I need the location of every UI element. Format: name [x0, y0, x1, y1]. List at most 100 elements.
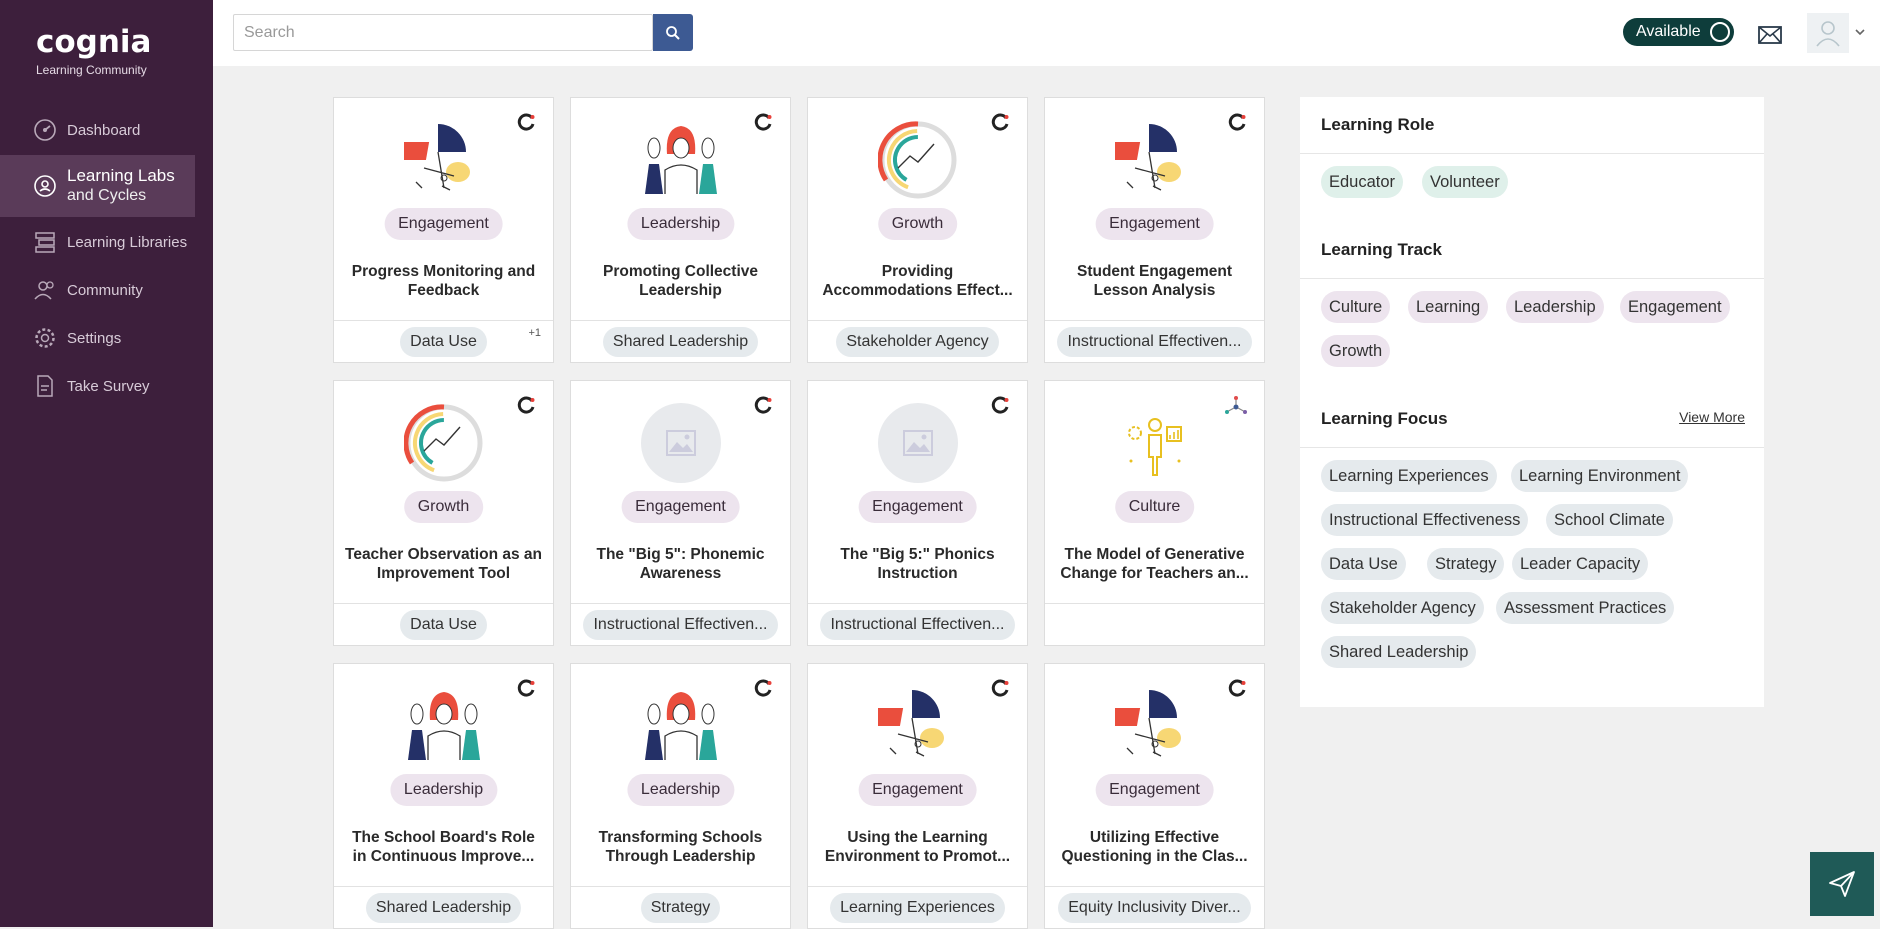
avatar[interactable] [1807, 13, 1849, 53]
focus-chip[interactable]: Instructional Effectiveness [1321, 504, 1529, 536]
nav-settings[interactable]: Settings [0, 314, 195, 362]
role-chip-educator[interactable]: Educator [1321, 166, 1404, 198]
card-title[interactable]: The School Board's Role in Continuous Im… [344, 828, 543, 866]
network-icon [1224, 395, 1248, 424]
nav-community[interactable]: Community [0, 266, 195, 314]
nav-learning-libraries[interactable]: Learning Libraries [0, 218, 195, 266]
focus-chip[interactable]: Learning Environment [1511, 460, 1689, 492]
card-track-pill: Engagement [858, 774, 977, 806]
cognia-badge-icon [991, 112, 1011, 137]
chevron-down-icon[interactable] [1854, 26, 1866, 38]
search-input[interactable]: Search [233, 14, 653, 51]
libraries-icon [35, 232, 55, 253]
focus-chip[interactable]: Leader Capacity [1512, 548, 1649, 580]
learning-lab-card[interactable]: Culture The Model of Generative Change fo… [1044, 380, 1265, 646]
cognia-badge-icon [1228, 112, 1248, 137]
card-track-pill: Engagement [1095, 774, 1214, 806]
focus-chip[interactable]: Strategy [1427, 548, 1505, 580]
card-track-pill: Engagement [858, 491, 977, 523]
cognia-badge-icon [517, 678, 537, 703]
card-title[interactable]: The "Big 5:" Phonics Instruction [818, 545, 1017, 583]
focus-chip[interactable]: Stakeholder Agency [1321, 592, 1484, 624]
card-title[interactable]: Utilizing Effective Questioning in the C… [1055, 828, 1254, 866]
card-title[interactable]: The "Big 5": Phonemic Awareness [581, 545, 780, 583]
card-illustration [641, 403, 721, 483]
card-title[interactable]: The Model of Generative Change for Teach… [1055, 545, 1254, 583]
card-illustration [1115, 403, 1195, 483]
card-focus-tag: Stakeholder Agency [836, 327, 999, 357]
cognia-badge-icon [754, 678, 774, 703]
mail-icon[interactable] [1756, 21, 1784, 49]
card-footer: Shared Leadership [571, 320, 790, 363]
learning-lab-card[interactable]: Leadership The School Board's Role in Con… [333, 663, 554, 929]
card-footer: Strategy [571, 886, 790, 929]
learning-lab-card[interactable]: Engagement The "Big 5": Phonemic Awarenes… [570, 380, 791, 646]
cognia-badge-icon [991, 678, 1011, 703]
learning-labs-icon [34, 175, 56, 197]
cognia-badge-icon [754, 112, 774, 137]
card-title[interactable]: Teacher Observation as an Improvement To… [344, 545, 543, 583]
learning-lab-card[interactable]: Growth Teacher Observation as an Improvem… [333, 380, 554, 646]
card-footer: Shared Leadership [334, 886, 553, 929]
track-chip-growth[interactable]: Growth [1321, 335, 1391, 367]
card-track-pill: Engagement [1095, 208, 1214, 240]
view-more-link[interactable]: View More [1679, 409, 1745, 425]
card-title[interactable]: Providing Accommodations Effect... [818, 262, 1017, 300]
card-title[interactable]: Using the Learning Environment to Promot… [818, 828, 1017, 866]
nav-take-survey[interactable]: Take Survey [0, 362, 195, 410]
learning-lab-card[interactable]: Engagement Using the Learning Environment… [807, 663, 1028, 929]
learning-lab-card[interactable]: Engagement Utilizing Effective Questionin… [1044, 663, 1265, 929]
card-focus-tag: Instructional Effectiven... [583, 610, 778, 640]
focus-chip[interactable]: Assessment Practices [1496, 592, 1675, 624]
logo-subtitle: Learning Community [36, 63, 147, 77]
card-track-pill: Growth [403, 491, 484, 523]
focus-chip[interactable]: Learning Experiences [1321, 460, 1497, 492]
learning-lab-card[interactable]: Growth Providing Accommodations Effect...… [807, 97, 1028, 363]
card-illustration [877, 120, 958, 200]
card-track-pill: Leadership [626, 774, 735, 806]
card-focus-tag: Shared Leadership [365, 893, 522, 923]
track-chip-leadership[interactable]: Leadership [1506, 291, 1604, 323]
card-title[interactable]: Transforming Schools Through Leadership [581, 828, 780, 866]
cognia-badge-icon [517, 112, 537, 137]
card-title[interactable]: Student Engagement Lesson Analysis [1055, 262, 1254, 300]
divider [1300, 153, 1764, 154]
cognia-badge-icon [517, 395, 537, 420]
nav-dashboard[interactable]: Dashboard [0, 106, 195, 154]
extra-tags-count[interactable]: +1 [528, 327, 541, 339]
toggle-knob [1710, 22, 1730, 42]
cognia-logo[interactable]: cognia [36, 24, 151, 60]
community-icon [34, 281, 54, 300]
cognia-badge-icon [1228, 678, 1248, 703]
nav-learning-labs-label: Learning Labs [67, 166, 175, 185]
card-title[interactable]: Promoting Collective Leadership [581, 262, 780, 300]
learning-track-heading: Learning Track [1321, 240, 1442, 259]
learning-focus-heading: Learning Focus [1321, 409, 1448, 428]
learning-lab-card[interactable]: Engagement The "Big 5:" Phonics Instructi… [807, 380, 1028, 646]
track-chip-learning[interactable]: Learning [1408, 291, 1489, 323]
card-focus-tag: Strategy [640, 893, 721, 923]
card-title[interactable]: Progress Monitoring and Feedback [344, 262, 543, 300]
survey-icon [37, 375, 53, 397]
focus-chip[interactable]: Data Use [1321, 548, 1406, 580]
availability-toggle[interactable]: Available [1623, 18, 1734, 46]
nav-learning-labs-text: Learning Labs and Cycles [67, 166, 175, 206]
card-illustration [404, 686, 484, 766]
send-feedback-button[interactable] [1810, 852, 1874, 916]
search-button[interactable] [653, 14, 693, 51]
track-chip-culture[interactable]: Culture [1321, 291, 1391, 323]
card-footer: Instructional Effectiven... [571, 603, 790, 646]
nav-learning-labs[interactable]: Learning Labs and Cycles [0, 155, 195, 217]
card-track-pill: Leadership [389, 774, 498, 806]
card-track-pill: Engagement [621, 491, 740, 523]
card-focus-tag: Equity Inclusivity Diver... [1058, 893, 1251, 923]
focus-chip[interactable]: Shared Leadership [1321, 636, 1477, 668]
card-illustration [878, 403, 958, 483]
focus-chip[interactable]: School Climate [1546, 504, 1673, 536]
learning-lab-card[interactable]: Leadership Transforming Schools Through L… [570, 663, 791, 929]
learning-lab-card[interactable]: Engagement Progress Monitoring and Feedba… [333, 97, 554, 363]
role-chip-volunteer[interactable]: Volunteer [1422, 166, 1508, 198]
track-chip-engagement[interactable]: Engagement [1620, 291, 1730, 323]
learning-lab-card[interactable]: Leadership Promoting Collective Leadershi… [570, 97, 791, 363]
learning-lab-card[interactable]: Engagement Student Engagement Lesson Anal… [1044, 97, 1265, 363]
